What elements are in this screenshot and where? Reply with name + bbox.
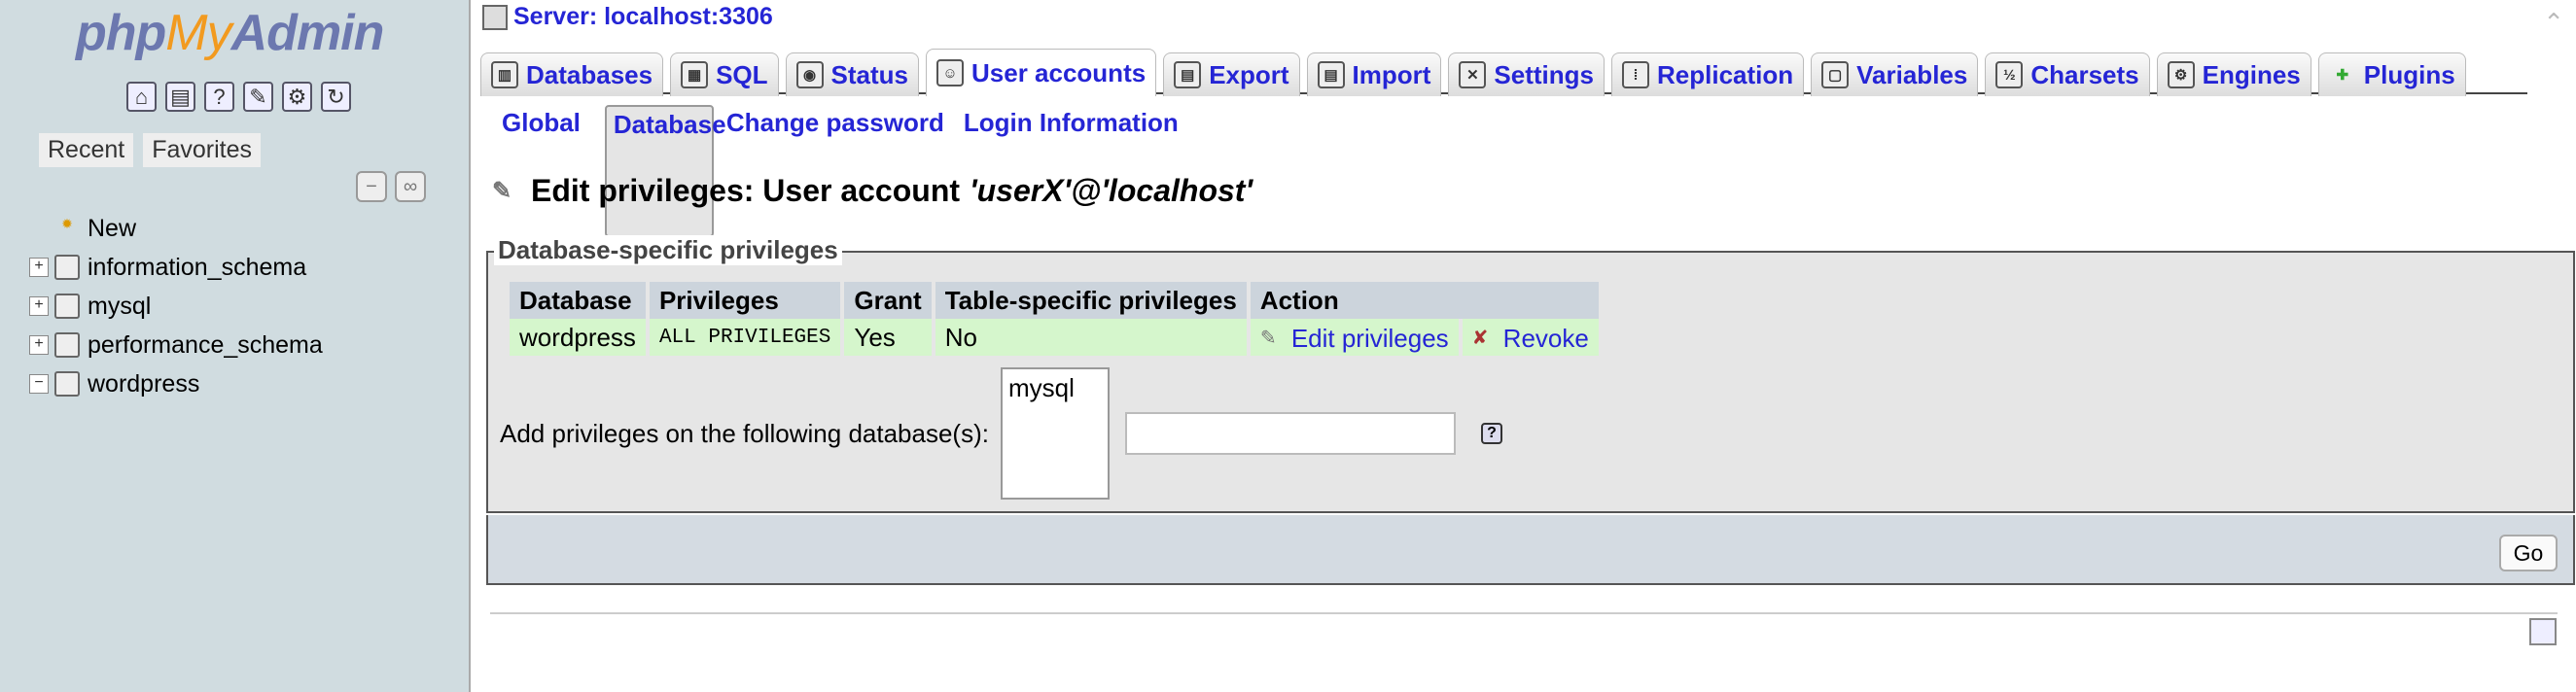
col-database: Database — [510, 282, 646, 319]
cell-edit: ✎ Edit privileges — [1250, 319, 1459, 356]
privileges-table: Database Privileges Grant Table-specific… — [506, 282, 1603, 356]
tab-plugins[interactable]: ✚ Plugins — [2317, 52, 2466, 96]
subtab-global[interactable]: Global — [495, 105, 587, 237]
wrench-icon: ✕ — [1459, 61, 1487, 88]
tab-import[interactable]: ▤ Import — [1306, 52, 1442, 96]
database-select[interactable]: mysql — [1000, 367, 1110, 500]
tab-engines[interactable]: ⚙ Engines — [2156, 52, 2311, 96]
revoke-icon: ✘ — [1471, 328, 1489, 350]
expand-icon[interactable]: + — [29, 296, 49, 316]
import-icon: ▤ — [1317, 61, 1345, 88]
expand-icon[interactable]: + — [29, 258, 49, 277]
fieldset-legend: Database-specific privileges — [494, 235, 842, 265]
edit-privileges-link[interactable]: ✎ Edit privileges — [1260, 324, 1449, 354]
edit-icon: ✎ — [492, 177, 512, 204]
tree-item-wordpress[interactable]: − wordpress — [29, 364, 457, 403]
table-row: wordpress ALL PRIVILEGES Yes No ✎ Edit pr… — [510, 319, 1599, 356]
cell-privileges: ALL PRIVILEGES — [649, 319, 841, 356]
phpmyadmin-logo[interactable]: phpMyAdmin — [76, 4, 384, 62]
add-privileges-label: Add privileges on the following database… — [500, 418, 989, 448]
tree-item-performance-schema[interactable]: + performance_schema — [29, 326, 457, 364]
navigation-panel: phpMyAdmin ⌂ ▤ ? ✎ ⚙ ↻ Recent Favorites … — [0, 0, 471, 692]
cell-table-specific: No — [935, 319, 1247, 356]
favorites-tab[interactable]: Favorites — [143, 133, 262, 167]
recent-tab[interactable]: Recent — [39, 133, 134, 167]
reload-icon[interactable]: ↻ — [321, 82, 351, 112]
gear-icon[interactable]: ⚙ — [282, 82, 312, 112]
database-icon — [54, 332, 80, 358]
tab-export[interactable]: ▤ Export — [1163, 52, 1300, 96]
puzzle-icon: ✚ — [2336, 67, 2349, 84]
cell-database: wordpress — [510, 319, 646, 356]
nav-icon-row: ⌂ ▤ ? ✎ ⚙ ↻ — [126, 82, 351, 112]
subtab-login-information[interactable]: Login Information — [957, 105, 1185, 237]
charsets-icon: ½ — [1995, 61, 2024, 88]
collapse-all-icon[interactable]: − — [356, 171, 387, 202]
database-text-input[interactable] — [1124, 412, 1456, 455]
link-icon[interactable]: ∞ — [395, 171, 426, 202]
engines-icon: ⚙ — [2167, 61, 2195, 88]
help-icon[interactable]: ? — [1480, 423, 1502, 444]
database-tree: ✹ New + information_schema + mysql + perform… — [29, 209, 457, 403]
tab-replication[interactable]: ⁞ Replication — [1611, 52, 1805, 96]
database-icon — [54, 371, 80, 397]
databases-icon: ▥ — [491, 61, 518, 88]
col-privileges: Privileges — [649, 282, 841, 319]
tab-charsets[interactable]: ½ Charsets — [1985, 52, 2150, 96]
recent-favorites-tabs: Recent Favorites — [39, 133, 262, 167]
home-icon[interactable]: ⌂ — [126, 82, 157, 112]
console-icon[interactable] — [2529, 618, 2557, 645]
tree-item-mysql[interactable]: + mysql — [29, 287, 457, 326]
export-icon: ▤ — [1174, 61, 1202, 88]
scroll-top-icon[interactable]: ⌃ — [2543, 8, 2564, 38]
top-menu-tabs: ▥ Databases ▦ SQL ◉ Status ☺ User accounts ▤… — [480, 49, 2527, 96]
sql-icon: ▦ — [681, 61, 709, 88]
page-title: ✎ Edit privileges: User account 'userX'@'… — [492, 173, 1253, 208]
subtab-change-password[interactable]: Change password — [720, 105, 951, 237]
docs-icon[interactable]: ✎ — [243, 82, 273, 112]
form-footer: Go — [486, 515, 2575, 585]
tab-sql[interactable]: ▦ SQL — [670, 52, 779, 96]
tab-status[interactable]: ◉ Status — [785, 52, 919, 96]
tab-variables[interactable]: ▢ Variables — [1811, 52, 1979, 96]
replication-icon: ⁞ — [1622, 61, 1649, 88]
sub-tabs: Global Database Change password Login In… — [495, 105, 1185, 237]
tab-settings[interactable]: ✕ Settings — [1448, 52, 1605, 96]
tree-item-new[interactable]: ✹ New — [29, 209, 457, 248]
go-button[interactable]: Go — [2499, 535, 2558, 571]
tree-item-information-schema[interactable]: + information_schema — [29, 248, 457, 287]
expand-icon[interactable]: + — [29, 335, 49, 355]
table-header-row: Database Privileges Grant Table-specific… — [510, 282, 1599, 319]
divider — [490, 612, 2558, 614]
exit-icon[interactable]: ▤ — [165, 82, 195, 112]
col-action: Action — [1250, 282, 1599, 319]
select-option[interactable]: mysql — [1008, 373, 1075, 402]
tab-user-accounts[interactable]: ☺ User accounts — [926, 49, 1157, 96]
server-breadcrumb[interactable]: Server: localhost:3306 — [482, 3, 773, 31]
tab-databases[interactable]: ▥ Databases — [480, 52, 664, 96]
add-privileges-row: Add privileges on the following database… — [500, 367, 1502, 500]
main-panel: Server: localhost:3306 ⌃ ▥ Databases ▦ SQL… — [473, 0, 2576, 692]
cell-revoke: ✘ Revoke — [1462, 319, 1599, 356]
users-icon: ☺ — [936, 59, 964, 86]
revoke-link[interactable]: ✘ Revoke — [1472, 324, 1589, 354]
query-window-icon[interactable]: ? — [204, 82, 234, 112]
col-table-specific: Table-specific privileges — [935, 282, 1247, 319]
status-icon: ◉ — [795, 61, 824, 88]
col-grant: Grant — [844, 282, 932, 319]
collapse-icon[interactable]: − — [29, 374, 49, 394]
subtab-database[interactable]: Database — [604, 105, 726, 237]
new-db-icon: ✹ — [61, 216, 73, 231]
variables-icon: ▢ — [1821, 61, 1850, 88]
database-icon — [54, 294, 80, 319]
tree-controls: − ∞ — [356, 171, 426, 202]
server-icon — [482, 4, 508, 30]
cell-grant: Yes — [844, 319, 932, 356]
database-icon — [54, 255, 80, 280]
edit-icon: ✎ — [1259, 328, 1277, 350]
